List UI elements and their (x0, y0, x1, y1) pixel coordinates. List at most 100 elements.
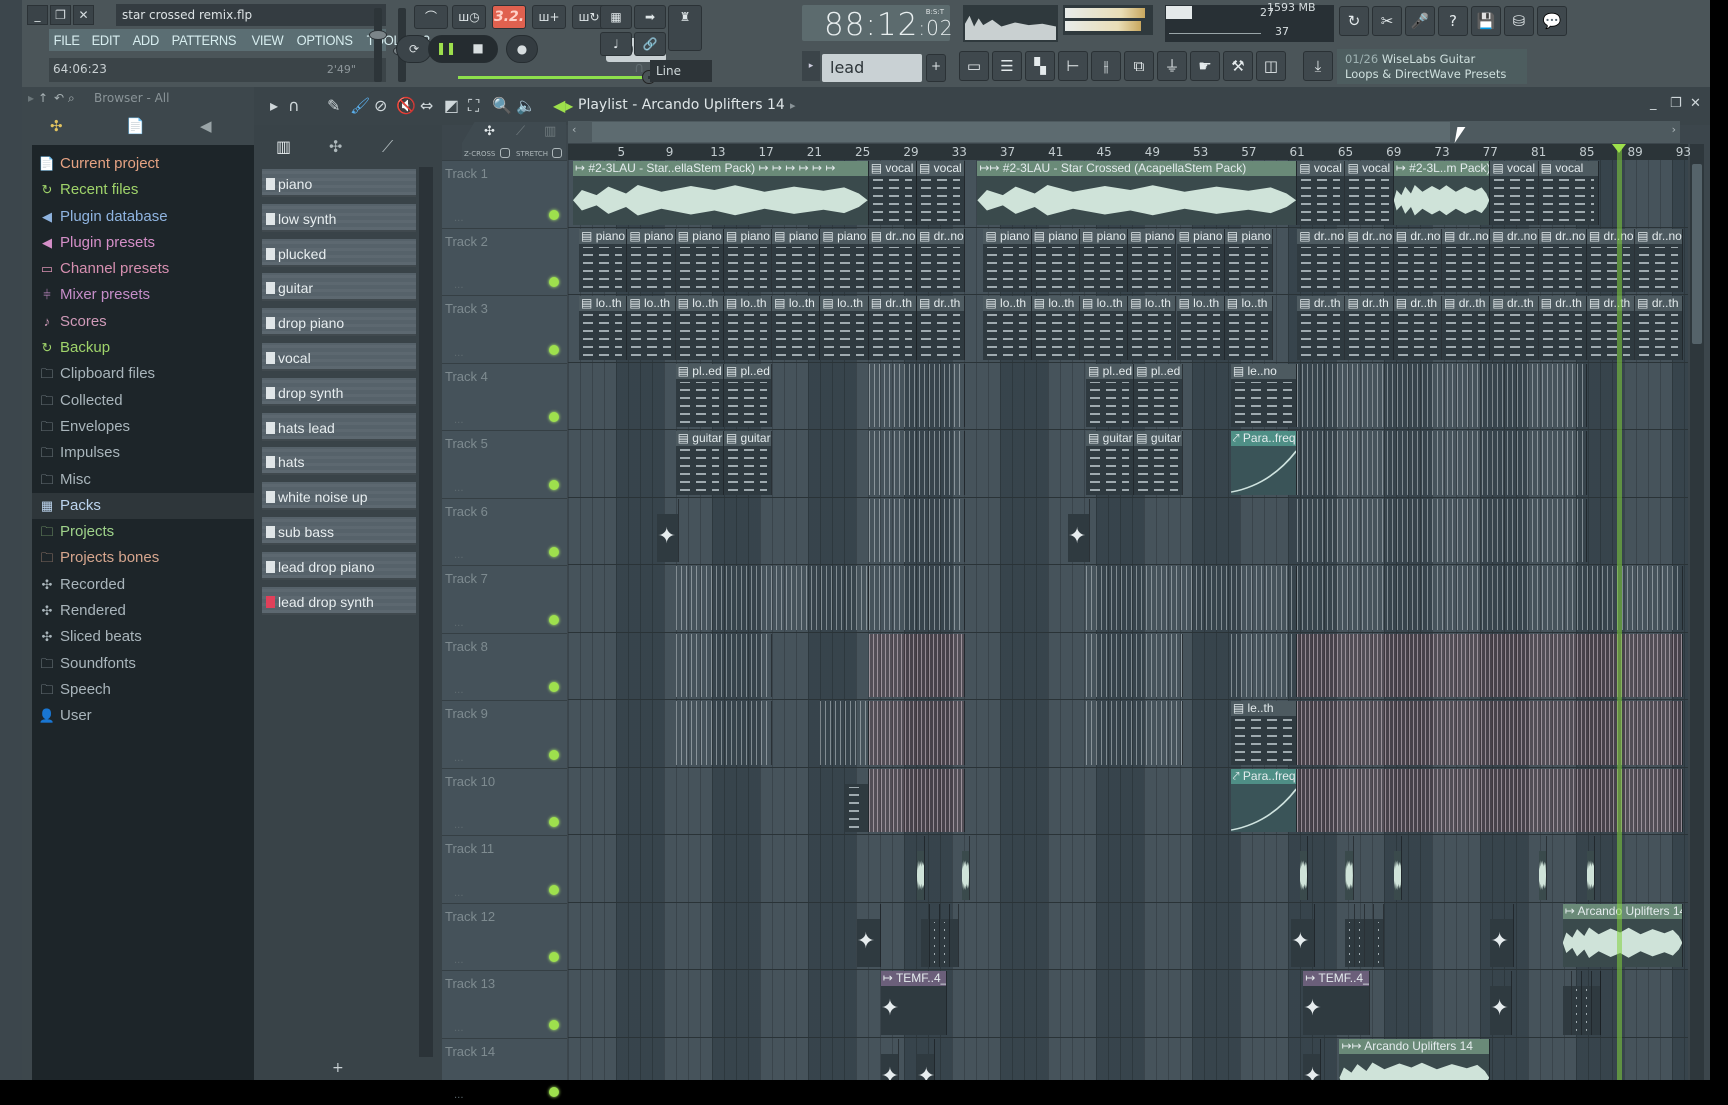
track-options[interactable]: ... (454, 618, 464, 629)
browser-button[interactable]: ⊢ (1058, 51, 1088, 81)
pat-clip[interactable]: ▤ dr..no (1442, 229, 1490, 293)
pattern-clip-icon[interactable]: ▥ (544, 124, 556, 139)
pat-clip[interactable]: ▤ pl..ed (724, 364, 772, 428)
track-options[interactable]: ... (454, 280, 464, 291)
automation-clip-icon[interactable]: ⟋ (516, 124, 525, 139)
pat-clip[interactable] (1345, 904, 1355, 968)
track-options[interactable]: ... (454, 213, 464, 224)
slip-tool-icon[interactable]: ⇔ (420, 96, 433, 115)
track-options[interactable]: ... (454, 348, 464, 359)
pat-clip[interactable]: ▤ vocal (869, 161, 917, 225)
blend-notes-button[interactable]: ♩ (600, 32, 632, 56)
sfx-clip[interactable]: ✦ (657, 499, 679, 563)
pat-clip[interactable]: ▤ guitar (1086, 431, 1134, 495)
audio-clip[interactable]: ↦↦ #2-3LAU - Star Crossed (AcapellaStem … (977, 161, 1297, 225)
drum-clip[interactable] (1297, 499, 1587, 563)
sfx-clip[interactable]: ↦ TEMF..4_2✦ (1303, 971, 1369, 1035)
pat-clip[interactable]: ▤ vocal (1539, 161, 1599, 225)
track-options[interactable]: ... (454, 820, 464, 831)
pat-clip[interactable]: ▤ dr..no (1394, 229, 1442, 293)
drum-clip[interactable] (676, 701, 773, 765)
track-mute-led[interactable] (549, 885, 559, 895)
track-mute-led[interactable] (549, 277, 559, 287)
back-icon[interactable]: ↶ (54, 87, 64, 109)
draw-tool-icon[interactable]: ✎ (327, 96, 340, 115)
help-icon[interactable]: ? (1438, 6, 1468, 36)
piano-roll-button[interactable]: ▚ (1025, 51, 1055, 81)
auto-clip[interactable]: ⤤ Para..freq (1231, 769, 1297, 833)
download-button[interactable]: ⤓ (1303, 51, 1333, 81)
mixer-button[interactable]: ⫲ (1091, 51, 1121, 81)
select-tool-icon[interactable]: ⛶ (468, 96, 479, 116)
stretch-toggle[interactable] (552, 148, 562, 158)
track-lane[interactable] (568, 903, 1688, 971)
pat-clip[interactable]: ▤ piano (627, 229, 675, 293)
pat-clip[interactable]: ▤ guitar (676, 431, 724, 495)
pat-clip[interactable] (1582, 971, 1592, 1035)
timeline-ruler[interactable]: 5913172125293337414549535761656973778185… (568, 144, 1688, 160)
song-clock[interactable]: 88:12:02 B:S:T (802, 5, 950, 41)
master-volume-slider[interactable] (374, 8, 382, 82)
drum-clip[interactable] (869, 431, 966, 495)
scroll-right-icon[interactable]: › (1672, 123, 1676, 136)
sfx-clip[interactable]: ✦ (1490, 971, 1512, 1035)
track-options[interactable]: ... (454, 753, 464, 764)
automation-tab-icon[interactable]: ⟋ (382, 137, 393, 157)
pat-clip[interactable] (940, 904, 950, 968)
pat-clip[interactable]: ▤ piano (983, 229, 1031, 293)
scroll-left-icon[interactable]: ‹ (572, 123, 576, 136)
pat-clip[interactable]: ▤ dr..th (1587, 296, 1635, 360)
news-panel[interactable]: 01/26 WiseLabs Guitar Loops & DirectWave… (1337, 49, 1527, 84)
step-edit-button[interactable]: ш+ (532, 5, 566, 29)
track-header[interactable]: Track 8... (442, 633, 567, 701)
pattern-menu-arrow[interactable]: ▸ (802, 51, 820, 81)
track-options[interactable]: ... (454, 685, 464, 696)
browser-item[interactable]: 🗀Soundfonts (32, 651, 254, 677)
touch-controller-button[interactable]: ☛ (1190, 51, 1220, 81)
countdown-knob-button[interactable]: ♜ (668, 5, 702, 51)
track-mute-led[interactable] (549, 817, 559, 827)
channel-scrollbar[interactable] (419, 167, 433, 1057)
pat-clip[interactable]: ▤ pl..ed (1086, 364, 1134, 428)
browser-item[interactable]: ✣Recorded (32, 572, 254, 598)
browser-item[interactable]: 🗀Impulses (32, 440, 254, 466)
audio-clip[interactable]: ↦ Arcando Uplifters 14 (1563, 904, 1684, 968)
pat-clip[interactable]: ▤ le..no (1231, 364, 1297, 428)
pat-clip[interactable]: ▤ lo..th (1080, 296, 1128, 360)
audio-clip-icon[interactable]: ✣ (484, 124, 495, 139)
menu-file[interactable]: FILE (49, 29, 84, 51)
pat-clip[interactable]: ▤ lo..th (820, 296, 868, 360)
pat-clip[interactable] (921, 904, 931, 968)
track-header[interactable]: Track 6... (442, 498, 567, 566)
channel-button[interactable]: vocal (262, 341, 418, 376)
pat-clip[interactable] (930, 904, 940, 968)
track-mute-led[interactable] (549, 210, 559, 220)
pat-clip[interactable]: ▤ dr..no (1635, 229, 1683, 293)
drum-clip[interactable] (869, 499, 966, 563)
pat-clip[interactable]: ▤ dr..no (1587, 229, 1635, 293)
drum-clip[interactable] (869, 701, 966, 765)
drum-clip[interactable] (676, 634, 773, 698)
audio-clip[interactable]: ↦ #2-3LAU - Star..ellaStem Pack) ↦ ↦ ↦ ↦… (573, 161, 869, 225)
loop-mode-button[interactable]: ⟳ (396, 35, 432, 63)
drum-clip[interactable] (676, 566, 869, 630)
drum-clip[interactable] (1086, 634, 1183, 698)
drum-clip[interactable] (869, 634, 966, 698)
pat-clip[interactable]: ▤ lo..th (1177, 296, 1225, 360)
track-mute-led[interactable] (549, 750, 559, 760)
overview-handle[interactable] (592, 122, 1450, 142)
drum-clip[interactable] (1297, 566, 1683, 630)
pat-clip[interactable]: ▤ dr..th (1635, 296, 1683, 360)
playlist-button[interactable]: ▭ (959, 51, 989, 81)
audio-clip[interactable]: ↦ #2-3L..m Pack) (1394, 161, 1491, 225)
playlist-grid[interactable]: ↦ #2-3LAU - Star..ellaStem Pack) ↦ ↦ ↦ ↦… (568, 160, 1688, 1080)
mute-tool-icon[interactable]: 🔇 (396, 96, 416, 115)
undo-history-icon[interactable]: ↻ (1339, 6, 1369, 36)
playlist-overview-scrollbar[interactable]: ‹ › (568, 121, 1680, 143)
channel-button[interactable]: guitar (262, 271, 418, 306)
pat-clip[interactable]: ▤ piano (772, 229, 820, 293)
track-options[interactable]: ... (454, 550, 464, 561)
sfx-clip[interactable]: ✦ (1291, 904, 1315, 968)
pat-clip[interactable]: ▤ lo..th (983, 296, 1031, 360)
track-options[interactable]: ... (454, 1023, 464, 1034)
